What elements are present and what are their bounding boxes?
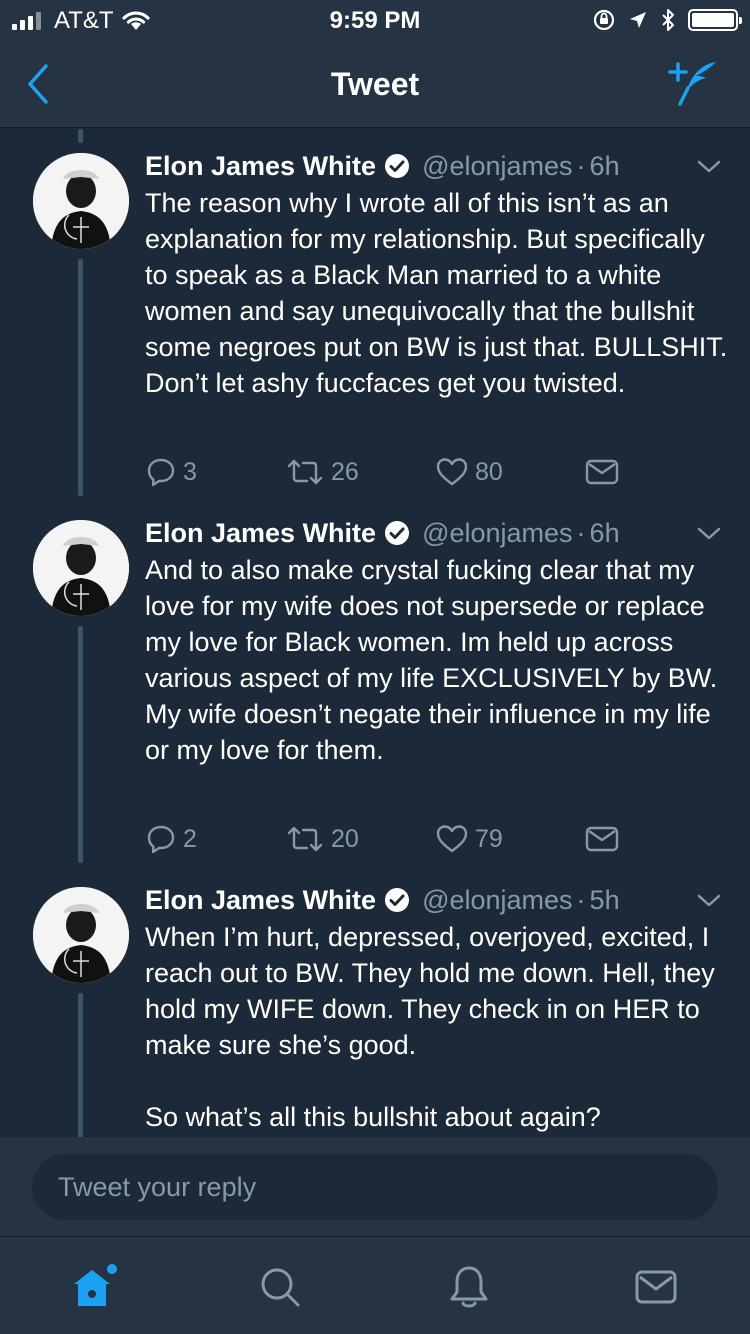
page-title: Tweet — [330, 66, 420, 102]
location-arrow-icon — [630, 12, 646, 28]
thread-connector — [78, 626, 83, 863]
author-name[interactable]: Elon James White — [145, 518, 376, 549]
separator-dot: · — [576, 884, 586, 915]
tweet-timestamp: 6h — [589, 517, 620, 548]
reply-count: 3 — [183, 457, 197, 486]
tweet-thread: Elon James White @elonjames · 6h The rea… — [0, 129, 750, 1137]
tweet-timestamp: 5h — [589, 884, 620, 915]
like-button[interactable]: 79 — [435, 823, 585, 855]
nav-bar: Tweet — [0, 40, 750, 128]
notifications-bell-icon — [450, 1266, 488, 1308]
avatar-image — [33, 153, 129, 249]
direct-message-button[interactable] — [585, 458, 619, 486]
like-count: 79 — [475, 824, 503, 853]
tab-search[interactable] — [250, 1259, 310, 1315]
status-icons — [592, 8, 742, 32]
direct-message-button[interactable] — [585, 825, 619, 853]
author-name[interactable]: Elon James White — [145, 151, 376, 182]
reply-input[interactable] — [32, 1154, 718, 1220]
retweet-button[interactable]: 20 — [285, 823, 435, 855]
chevron-down-icon[interactable] — [696, 893, 722, 909]
tweet-header: Elon James White @elonjames · 5h — [145, 883, 620, 917]
tweet-text: And to also make crystal fucking clear t… — [145, 555, 718, 765]
like-count: 80 — [475, 457, 503, 486]
tweet-item[interactable]: Elon James White @elonjames · 6h The rea… — [0, 129, 750, 496]
reply-icon — [147, 458, 175, 487]
status-bar: AT&T 9:59 PM — [0, 0, 750, 40]
tweet-actions: 2 20 79 — [145, 819, 619, 859]
retweet-icon — [287, 459, 323, 485]
bluetooth-icon — [662, 9, 674, 31]
author-name[interactable]: Elon James White — [145, 885, 376, 916]
top-chrome: AT&T 9:59 PM Tweet — [0, 0, 750, 128]
author-handle[interactable]: @elonjames — [422, 151, 572, 182]
tab-notifications[interactable] — [439, 1259, 499, 1315]
tweet-actions: 3 26 80 — [145, 452, 619, 492]
search-icon — [261, 1268, 300, 1307]
tweet-header: Elon James White @elonjames · 6h — [145, 516, 620, 550]
separator-dot: · — [576, 150, 586, 181]
avatar[interactable] — [33, 887, 129, 983]
tweet-timestamp: 6h — [589, 150, 620, 181]
compose-tweet-icon — [668, 62, 716, 106]
battery-icon — [688, 9, 742, 31]
tweet-text: The reason why I wrote all of this isn’t… — [145, 188, 728, 398]
retweet-icon — [287, 826, 323, 852]
reply-bar — [0, 1137, 750, 1236]
reply-button[interactable]: 2 — [145, 823, 285, 855]
heart-icon — [436, 458, 468, 486]
retweet-button[interactable]: 26 — [285, 456, 435, 488]
chevron-down-icon[interactable] — [696, 526, 722, 542]
tweet-item[interactable]: Elon James White @elonjames · 6h And to … — [0, 496, 750, 863]
tweet-item[interactable]: Elon James White @elonjames · 5h When I’… — [0, 863, 750, 1137]
avatar-image — [33, 520, 129, 616]
tab-bar — [0, 1236, 750, 1334]
compose-tweet-button[interactable] — [666, 58, 722, 108]
author-handle[interactable]: @elonjames — [422, 518, 572, 549]
tab-messages[interactable] — [626, 1259, 686, 1315]
avatar[interactable] — [33, 153, 129, 249]
author-handle[interactable]: @elonjames — [422, 885, 572, 916]
envelope-icon — [585, 826, 619, 852]
verified-badge-icon — [385, 154, 410, 178]
retweet-count: 20 — [331, 824, 359, 853]
tab-home[interactable] — [64, 1259, 124, 1315]
home-icon — [74, 1264, 117, 1306]
avatar[interactable] — [33, 520, 129, 616]
reply-button[interactable]: 3 — [145, 456, 285, 488]
thread-connector — [78, 993, 83, 1137]
like-button[interactable]: 80 — [435, 456, 585, 488]
orientation-lock-icon — [593, 9, 615, 31]
verified-badge-icon — [385, 521, 410, 545]
reply-count: 2 — [183, 824, 197, 853]
tweet-text: When I’m hurt, depressed, overjoyed, exc… — [145, 922, 715, 1132]
thread-connector — [78, 259, 83, 496]
envelope-icon — [585, 459, 619, 485]
verified-badge-icon — [385, 888, 410, 912]
tweet-header: Elon James White @elonjames · 6h — [145, 149, 620, 183]
heart-icon — [436, 825, 468, 853]
avatar-image — [33, 887, 129, 983]
reply-icon — [147, 825, 175, 854]
retweet-count: 26 — [331, 457, 359, 486]
messages-envelope-icon — [635, 1270, 677, 1304]
chevron-down-icon[interactable] — [696, 159, 722, 175]
separator-dot: · — [576, 517, 586, 548]
